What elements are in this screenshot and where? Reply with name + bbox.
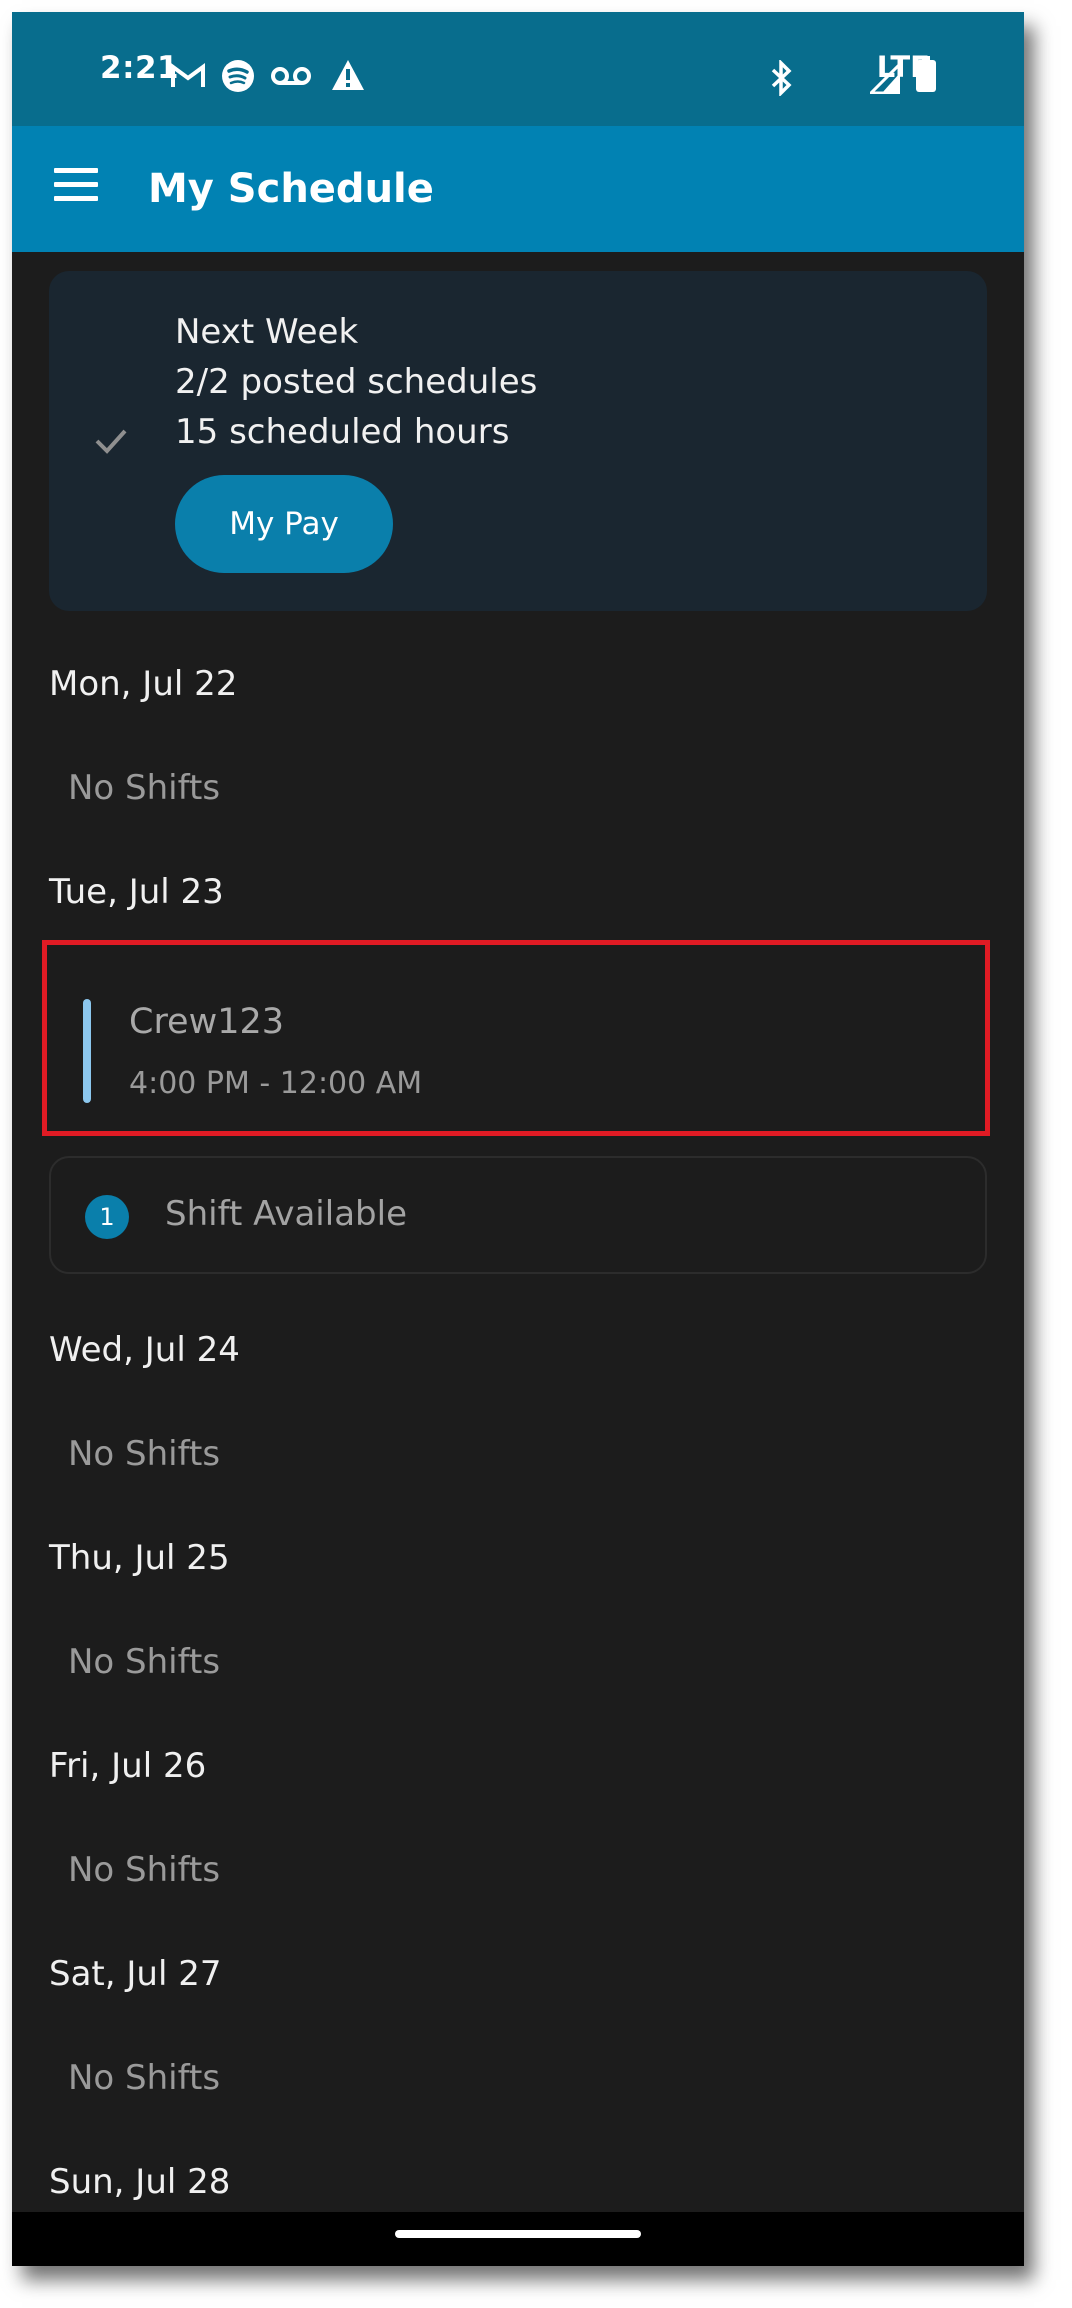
shift-available-label: Shift Available bbox=[165, 1194, 407, 1234]
day-header-mon: Mon, Jul 22 bbox=[49, 664, 238, 704]
status-time: 2:21 bbox=[100, 50, 180, 86]
no-shifts-sat: No Shifts bbox=[68, 2058, 221, 2098]
no-shifts-wed: No Shifts bbox=[68, 1434, 221, 1474]
available-count-badge: 1 bbox=[85, 1195, 129, 1239]
app-bar: My Schedule bbox=[12, 126, 1024, 252]
summary-title: Next Week bbox=[175, 312, 359, 352]
posted-schedules: 2/2 posted schedules bbox=[175, 362, 538, 402]
gmail-icon bbox=[171, 63, 205, 87]
no-shifts-thu: No Shifts bbox=[68, 1642, 221, 1682]
summary-text: Next Week 2/2 posted schedules 15 schedu… bbox=[175, 307, 537, 457]
shift-time: 4:00 PM - 12:00 AM bbox=[129, 1066, 423, 1101]
menu-icon[interactable] bbox=[54, 168, 98, 208]
day-header-thu: Thu, Jul 25 bbox=[49, 1538, 230, 1578]
no-shifts-fri: No Shifts bbox=[68, 1850, 221, 1890]
phone-screen: 2:21 LTE My Schedule Next Week 2/2 poste… bbox=[12, 12, 1024, 2266]
bluetooth-icon bbox=[771, 60, 792, 96]
battery-icon bbox=[916, 56, 936, 92]
no-shifts-mon: No Shifts bbox=[68, 768, 221, 808]
day-header-sun: Sun, Jul 28 bbox=[49, 2162, 231, 2202]
day-header-fri: Fri, Jul 26 bbox=[49, 1746, 207, 1786]
day-header-sat: Sat, Jul 27 bbox=[49, 1954, 222, 1994]
check-icon bbox=[95, 429, 127, 454]
signal-icon bbox=[870, 64, 900, 94]
status-bar: 2:21 LTE bbox=[12, 12, 1024, 126]
spotify-icon bbox=[222, 60, 254, 92]
home-gesture-handle[interactable] bbox=[395, 2230, 641, 2238]
shift-color-bar bbox=[83, 999, 91, 1103]
navigation-bar bbox=[12, 2212, 1024, 2266]
day-header-tue: Tue, Jul 23 bbox=[49, 872, 224, 912]
my-pay-button[interactable]: My Pay bbox=[175, 475, 393, 573]
warning-icon bbox=[332, 60, 364, 90]
day-header-wed: Wed, Jul 24 bbox=[49, 1330, 240, 1370]
shift-available-card[interactable]: 1 Shift Available bbox=[49, 1156, 987, 1274]
page-title: My Schedule bbox=[148, 166, 434, 212]
scheduled-hours: 15 scheduled hours bbox=[175, 412, 510, 452]
week-summary-card: Next Week 2/2 posted schedules 15 schedu… bbox=[49, 271, 987, 611]
shift-name: Crew123 bbox=[129, 1002, 285, 1042]
voicemail-icon bbox=[271, 67, 311, 85]
